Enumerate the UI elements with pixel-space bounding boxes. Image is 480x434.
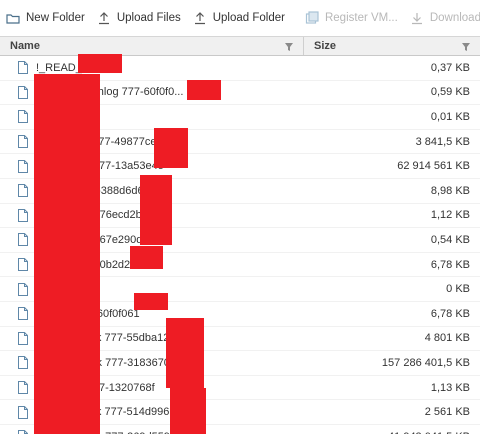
file-size: 1,12 KB: [430, 209, 470, 222]
file-icon: [18, 135, 28, 149]
file-size: 157 286 401,5 KB: [381, 356, 470, 369]
file-size: 2 561 KB: [424, 406, 470, 419]
file-size: 3 841,5 KB: [415, 135, 470, 148]
redaction-box: [140, 175, 172, 245]
upload-folder-label: Upload Folder: [212, 12, 285, 24]
file-size: 0,54 KB: [430, 233, 470, 246]
size-column-label: Size: [314, 40, 337, 52]
redaction-box: [187, 80, 221, 100]
file-icon: [18, 208, 28, 222]
upload-icon: [193, 11, 207, 25]
file-icon: [18, 282, 28, 296]
register-vm-label: Register VM...: [324, 12, 398, 24]
file-size: 6,78 KB: [430, 258, 470, 271]
name-column-label: Name: [10, 40, 40, 52]
file-icon: [18, 405, 28, 419]
file-size: 8,98 KB: [430, 184, 470, 197]
download-label: Download: [429, 12, 480, 24]
filter-icon[interactable]: [462, 42, 470, 51]
file-icon: [18, 331, 28, 345]
redaction-box: [134, 293, 168, 310]
redaction-box: [78, 54, 122, 73]
filter-icon[interactable]: [285, 42, 293, 51]
redaction-box: [130, 246, 163, 269]
redaction-bar: [34, 74, 100, 434]
upload-files-button[interactable]: Upload Files: [91, 0, 187, 36]
file-icon: [18, 430, 28, 434]
redaction-box: [166, 318, 204, 388]
file-icon: [18, 307, 28, 321]
register-vm-button[interactable]: Register VM...: [299, 0, 404, 36]
register-vm-icon: [305, 11, 319, 25]
file-size: 0,59 KB: [430, 86, 470, 99]
file-icon: [18, 356, 28, 370]
download-icon: [410, 11, 424, 25]
upload-folder-button[interactable]: Upload Folder: [187, 0, 291, 36]
download-button[interactable]: Download: [404, 0, 480, 36]
file-icon: [18, 233, 28, 247]
file-icon: [18, 184, 28, 198]
file-size: 6,78 KB: [430, 307, 470, 320]
toolbar: New Folder Upload Files Upload Folder Re…: [0, 0, 480, 36]
file-icon: [18, 381, 28, 395]
grid-header: Name Size: [0, 36, 480, 56]
upload-files-label: Upload Files: [116, 12, 181, 24]
new-folder-label: New Folder: [26, 12, 85, 24]
file-size: 0,37 KB: [430, 61, 470, 74]
file-size: 0 KB: [446, 283, 470, 296]
file-icon: [18, 159, 28, 173]
file-name-cell: !_READ_ !.txt: [0, 61, 304, 75]
file-size: 1,13 KB: [430, 381, 470, 394]
file-icon: [18, 258, 28, 272]
upload-icon: [97, 11, 111, 25]
new-folder-button[interactable]: New Folder: [0, 0, 91, 36]
new-folder-icon: [6, 11, 20, 25]
file-icon: [18, 110, 28, 124]
file-size: 4 801 KB: [424, 332, 470, 345]
file-icon: [18, 85, 28, 99]
file-size: 62 914 561 KB: [397, 160, 470, 173]
size-column-header[interactable]: Size: [304, 37, 480, 55]
file-icon: [18, 61, 28, 75]
redaction-box: [170, 388, 206, 434]
redaction-box: [154, 128, 188, 168]
name-column-header[interactable]: Name: [0, 37, 304, 55]
file-size: 0,01 KB: [430, 110, 470, 123]
